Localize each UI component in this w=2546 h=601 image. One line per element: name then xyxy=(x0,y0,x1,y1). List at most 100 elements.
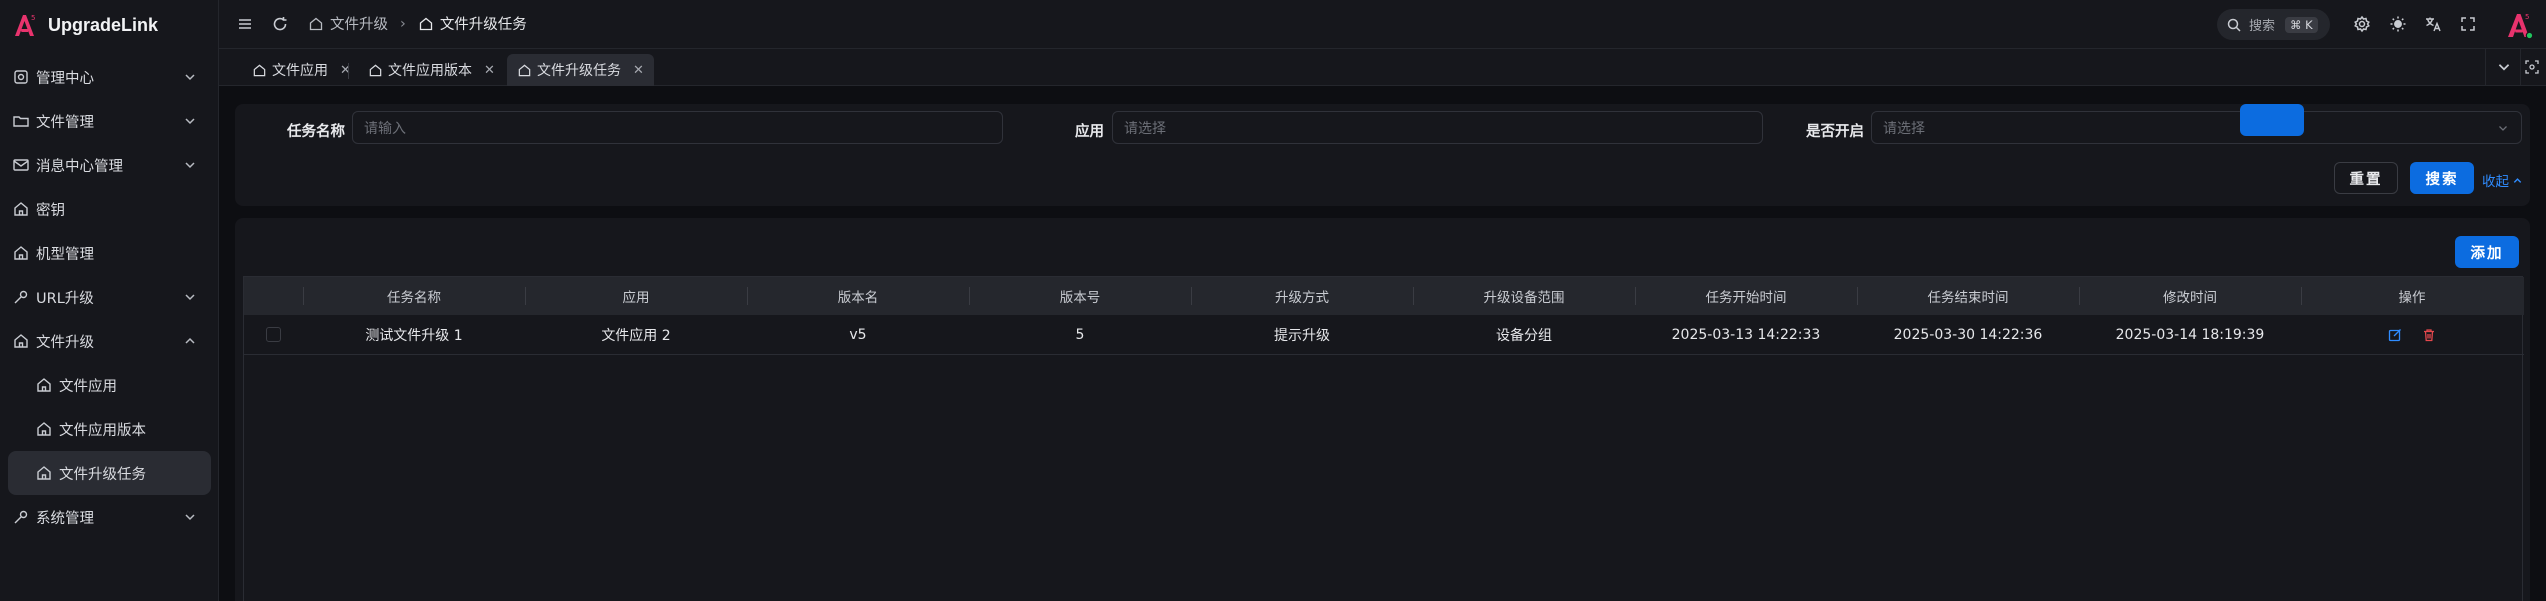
sidebar-item-label: 文件升级 xyxy=(36,334,94,351)
column-header[interactable]: 版本号 xyxy=(969,277,1191,315)
column-header[interactable]: 任务结束时间 xyxy=(1857,277,2079,315)
home-icon xyxy=(309,17,323,30)
tabs-bar: 文件应用 ✕ 文件应用版本 ✕ 文件升级任务 ✕ xyxy=(219,49,2546,86)
tab-file-app-version[interactable]: 文件应用版本 ✕ xyxy=(358,54,505,86)
table-cell: 文件应用 2 xyxy=(601,328,671,344)
theme-toggle-icon[interactable] xyxy=(2389,15,2407,33)
brand[interactable]: 5 UpgradeLink xyxy=(12,10,158,40)
sidebar-item-file-upgrade-task[interactable]: 文件升级任务 xyxy=(8,451,211,495)
fullscreen-icon[interactable] xyxy=(2459,15,2477,33)
table-cell: 5 xyxy=(1075,327,1085,343)
close-icon[interactable]: ✕ xyxy=(633,63,644,78)
home-icon xyxy=(14,246,28,260)
sidebar-item-message-center[interactable]: 消息中心管理 xyxy=(0,143,219,187)
chevron-down-icon xyxy=(185,294,195,301)
column-header[interactable]: 应用 xyxy=(525,277,747,315)
collapse-toggle[interactable]: 收起 xyxy=(2482,170,2523,190)
sidebar-item-management-center[interactable]: 管理中心 xyxy=(0,55,219,99)
table-cell: 测试文件升级 1 xyxy=(365,328,463,344)
tab-label: 文件升级任务 xyxy=(537,63,621,79)
settings-icon[interactable] xyxy=(2353,15,2371,33)
column-header[interactable]: 升级设备范围 xyxy=(1413,277,1635,315)
sidebar-item-label: 文件应用 xyxy=(59,378,117,395)
home-icon xyxy=(37,378,51,392)
folder-icon xyxy=(13,116,29,127)
sidebar-item-file-app[interactable]: 文件应用 xyxy=(0,363,219,407)
column-header[interactable]: 任务开始时间 xyxy=(1635,277,1857,315)
tab-file-app[interactable]: 文件应用 ✕ xyxy=(242,54,361,86)
user-avatar[interactable]: 5 xyxy=(2505,11,2533,39)
chevron-down-icon xyxy=(185,118,195,125)
task-name-input[interactable]: 请输入 xyxy=(352,111,1003,144)
app-name: UpgradeLink xyxy=(48,14,159,35)
add-button[interactable]: 添加 xyxy=(2455,236,2519,268)
chevron-down-icon xyxy=(185,514,195,521)
app-select[interactable]: 请选择 xyxy=(1112,111,1763,144)
table-row[interactable]: 测试文件升级 1 文件应用 2 v5 5 提示升级 设备分组 2025-03-1… xyxy=(244,315,2524,355)
home-icon xyxy=(253,64,266,76)
sidebar: 5 UpgradeLink 管理中心 文件管理 消息中心管理 密钥 机型管理 U… xyxy=(0,0,219,601)
sidebar-item-model-management[interactable]: 机型管理 xyxy=(0,231,219,275)
column-header[interactable]: 升级方式 xyxy=(1191,277,1413,315)
tabs-toolbar-divider xyxy=(2485,49,2486,86)
table-cell: v5 xyxy=(849,327,867,343)
tabs-toolbar-divider xyxy=(2520,49,2521,86)
svg-text:5: 5 xyxy=(31,14,35,22)
delete-icon[interactable] xyxy=(2422,328,2436,342)
enabled-select[interactable]: 请选择 xyxy=(1871,111,2522,144)
search-label: 搜索 xyxy=(2249,19,2276,34)
tab-file-upgrade-task[interactable]: 文件升级任务 ✕ xyxy=(507,54,654,86)
tab-divider xyxy=(348,63,349,79)
topbar: 文件升级 › 文件升级任务 搜索 ⌘ K 5 xyxy=(219,0,2546,49)
app-placeholder: 请选择 xyxy=(1124,120,1166,137)
reset-button[interactable]: 重置 xyxy=(2334,162,2398,194)
maximize-icon[interactable] xyxy=(2524,59,2540,75)
home-icon xyxy=(37,422,51,436)
search-form: 任务名称 请输入 应用 请选择 是否开启 请选择 重置 搜索 收起 xyxy=(235,104,2530,206)
close-icon[interactable]: ✕ xyxy=(340,63,351,78)
tab-label: 文件应用版本 xyxy=(388,63,472,79)
enabled-placeholder: 请选择 xyxy=(1883,120,1925,137)
home-icon xyxy=(369,64,382,76)
app-label: 应用 xyxy=(1075,124,1104,140)
search-button[interactable]: 搜索 xyxy=(2410,162,2474,194)
chevron-down-icon[interactable] xyxy=(2496,59,2512,75)
search-shortcut: ⌘ K xyxy=(2285,16,2318,33)
wrench-icon xyxy=(14,510,28,524)
menu-icon[interactable] xyxy=(236,15,254,33)
sidebar-item-file-management[interactable]: 文件管理 xyxy=(0,99,219,143)
chevron-up-icon xyxy=(2513,177,2522,183)
row-actions xyxy=(2301,315,2523,355)
table-cell: 设备分组 xyxy=(1496,328,1552,344)
data-table: 任务名称 应用 版本名 版本号 升级方式 升级设备范围 任务开始时间 任务结束时… xyxy=(243,276,2524,601)
sidebar-item-file-upgrade[interactable]: 文件升级 xyxy=(0,319,219,363)
mail-icon xyxy=(13,159,29,171)
add-button-placeholder xyxy=(2240,104,2304,136)
sidebar-item-system-management[interactable]: 系统管理 xyxy=(0,495,219,539)
row-checkbox[interactable] xyxy=(266,327,281,342)
task-name-label: 任务名称 xyxy=(287,124,345,140)
refresh-icon[interactable] xyxy=(271,15,289,33)
global-search[interactable]: 搜索 ⌘ K xyxy=(2217,9,2330,40)
app-root: 5 UpgradeLink 管理中心 文件管理 消息中心管理 密钥 机型管理 U… xyxy=(0,0,2546,601)
collapse-label: 收起 xyxy=(2482,174,2509,190)
edit-icon[interactable] xyxy=(2388,328,2402,342)
wrench-icon xyxy=(14,290,28,304)
sidebar-item-label: 文件应用版本 xyxy=(59,422,146,439)
task-name-placeholder: 请输入 xyxy=(364,120,406,137)
translate-icon[interactable] xyxy=(2424,15,2442,33)
sidebar-item-file-app-version[interactable]: 文件应用版本 xyxy=(0,407,219,451)
chevron-up-icon xyxy=(185,337,195,344)
sidebar-item-label: 文件管理 xyxy=(36,114,94,131)
breadcrumb: 文件升级 › 文件升级任务 xyxy=(308,13,527,34)
header-select-cell xyxy=(244,277,303,315)
column-header[interactable]: 任务名称 xyxy=(303,277,525,315)
table-header: 任务名称 应用 版本名 版本号 升级方式 升级设备范围 任务开始时间 任务结束时… xyxy=(244,277,2524,315)
breadcrumb-item[interactable]: 文件升级 xyxy=(330,13,388,34)
breadcrumb-separator: › xyxy=(400,15,406,32)
sidebar-item-keys[interactable]: 密钥 xyxy=(0,187,219,231)
column-header[interactable]: 修改时间 xyxy=(2079,277,2301,315)
close-icon[interactable]: ✕ xyxy=(484,63,495,78)
column-header[interactable]: 版本名 xyxy=(747,277,969,315)
sidebar-item-url-upgrade[interactable]: URL升级 xyxy=(0,275,219,319)
